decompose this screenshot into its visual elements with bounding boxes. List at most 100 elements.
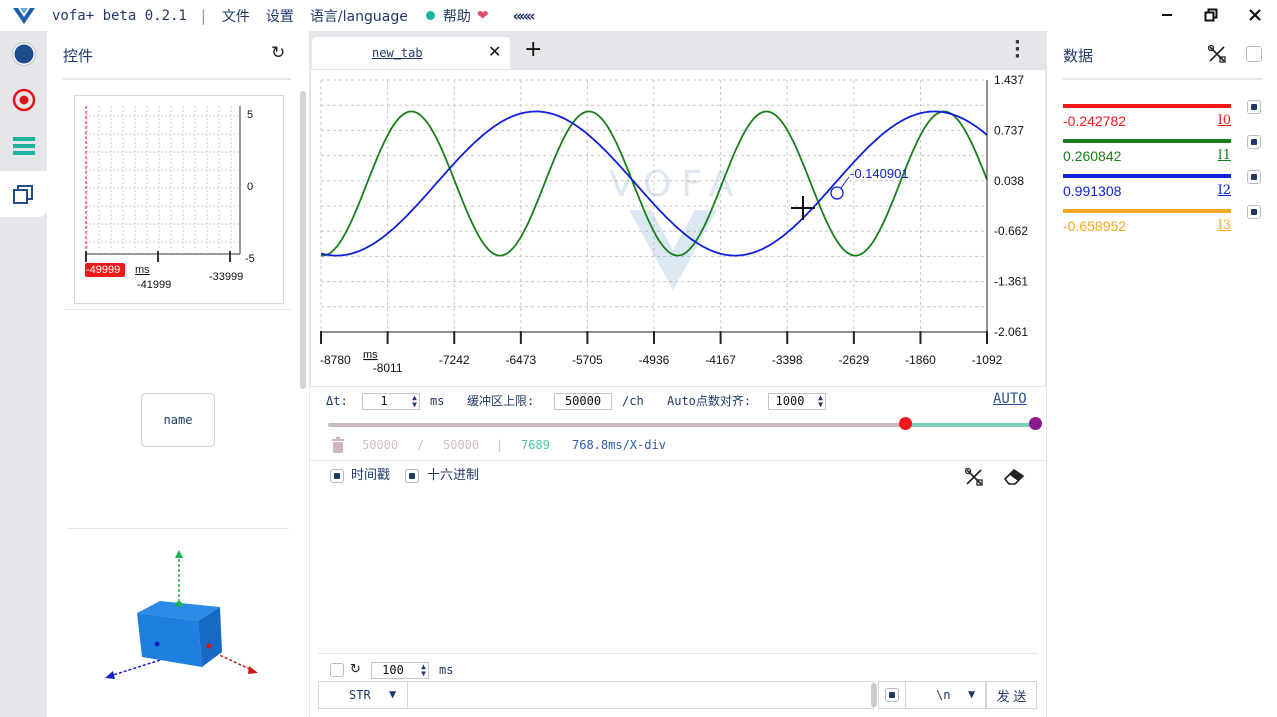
heart-icon[interactable]: ❤	[477, 8, 489, 24]
y-tick-label: -2.061	[994, 325, 1028, 339]
rail-item-widgets[interactable]	[0, 171, 47, 217]
name-button[interactable]: name	[141, 393, 215, 447]
channel-color-bar	[1063, 174, 1231, 178]
spin-arrows-icon[interactable]: ▲ ▼	[412, 394, 417, 409]
buffer-stats-row: 50000 / 50000 | 7689 768.8ms/X-div	[310, 436, 1046, 456]
menu-language[interactable]: 语言/language	[310, 6, 408, 26]
hex-label: 十六进制	[427, 468, 480, 483]
channel-row-i0[interactable]: -0.242782 I0	[1063, 104, 1231, 134]
channel-name[interactable]: I1	[1218, 148, 1231, 163]
x-tick-label: -2629	[839, 353, 870, 367]
channel-row-i3[interactable]: -0.658952 I3	[1063, 209, 1231, 239]
select-all-checkbox[interactable]	[1246, 46, 1262, 62]
tab-close-icon[interactable]: ✕	[488, 42, 501, 61]
newline-select[interactable]: \n ▼	[906, 681, 986, 709]
svg-text:VOFA: VOFA	[609, 164, 743, 205]
channel-name[interactable]: I2	[1218, 183, 1231, 198]
add-tab-icon[interactable]: +	[524, 37, 542, 62]
send-input[interactable]	[408, 681, 874, 709]
channel-row-i1[interactable]: 0.260842 I1	[1063, 139, 1231, 169]
menu-file[interactable]: 文件	[222, 6, 250, 26]
cube-3d-widget[interactable]	[102, 549, 262, 689]
x-tick-label: -1092	[972, 353, 1003, 367]
controls-scrollbar[interactable]	[300, 91, 306, 389]
mini-x-tick: -33999	[209, 271, 244, 283]
cursor-marker	[830, 186, 844, 200]
range-slider-start-handle[interactable]	[899, 417, 912, 430]
channel-checkbox-i0[interactable]	[1247, 100, 1261, 114]
channel-value: 0.260842	[1063, 148, 1122, 164]
interval-spinbox[interactable]: 100 ▲ ▼	[371, 662, 429, 679]
timed-send-checkbox[interactable]	[330, 663, 344, 677]
refresh-icon[interactable]: ↻	[271, 43, 285, 63]
format-value: STR	[349, 688, 371, 702]
tools-icon[interactable]	[964, 467, 984, 487]
y-tick-label: 0.737	[994, 123, 1024, 137]
buffer-count: 50000	[362, 438, 399, 452]
send-scrollbar[interactable]	[871, 683, 877, 707]
send-button[interactable]: 发 送	[986, 681, 1037, 709]
x-tick-label: -4936	[639, 353, 670, 367]
menu-settings[interactable]: 设置	[266, 6, 294, 26]
restore-button[interactable]	[1199, 4, 1223, 26]
cursor-readout: -0.140901	[850, 166, 909, 181]
rail-item-data[interactable]	[0, 123, 47, 169]
mini-y-tick: 5	[247, 109, 254, 121]
mini-waveform-widget[interactable]: 5 0 -5 -49999 ms -41999 -33999	[74, 95, 284, 304]
newline-checkbox[interactable]	[885, 688, 899, 702]
rail-item-connect[interactable]	[0, 31, 47, 77]
y-tick-label: 0.038	[994, 174, 1024, 188]
spin-arrows-icon[interactable]: ▲ ▼	[421, 663, 426, 678]
y-tick-label: -1.361	[994, 275, 1028, 289]
close-window-button[interactable]	[1243, 4, 1267, 26]
channel-checkbox-i2[interactable]	[1247, 170, 1261, 184]
minimize-button[interactable]	[1155, 4, 1179, 26]
y-tick-label: 1.437	[994, 73, 1024, 87]
channel-row-i2[interactable]: 0.991308 I2	[1063, 174, 1231, 204]
buffer-unit: /ch	[622, 394, 644, 408]
y-tick-label: -0.662	[994, 224, 1028, 238]
buffer-limit: 50000	[443, 438, 480, 452]
minimize-icon	[1162, 14, 1172, 16]
timestamp-checkbox[interactable]	[330, 469, 344, 483]
buffer-input[interactable]: 50000	[554, 393, 612, 410]
stats-pipe: |	[496, 438, 504, 452]
channel-checkbox-i3[interactable]	[1247, 205, 1261, 219]
list-icon	[12, 137, 35, 155]
x-tick-label: -8780	[320, 353, 351, 367]
console-output[interactable]	[310, 486, 1046, 652]
rail-item-record[interactable]	[0, 77, 47, 123]
app-title: vofa+ beta 0.2.1	[52, 7, 187, 24]
tab-new-tab[interactable]: new_tab ✕	[312, 37, 510, 69]
menu-help[interactable]: 帮助	[443, 6, 471, 26]
collapse-icon[interactable]: «««	[513, 7, 536, 25]
vofa-logo-icon	[13, 7, 35, 24]
dt-value: 1	[380, 394, 388, 408]
dt-spinbox[interactable]: 1 ▲ ▼	[362, 393, 420, 410]
chevron-down-icon: ▼	[968, 687, 976, 701]
newline-value: \n	[936, 688, 951, 702]
align-spinbox[interactable]: 1000 ▲ ▼	[768, 393, 826, 410]
channel-checkbox-i1[interactable]	[1247, 135, 1261, 149]
hex-checkbox[interactable]	[405, 469, 419, 483]
mini-x-tick: -41999	[137, 279, 172, 291]
align-value: 1000	[775, 394, 805, 408]
auto-button[interactable]: AUTO	[993, 391, 1027, 408]
mini-x-unit: ms	[135, 264, 150, 276]
waveform-plot[interactable]: VOFA -8780 -8011 -7242 -6473 -5705 -4936 -4167…	[310, 69, 1046, 387]
channel-name[interactable]: I3	[1218, 218, 1231, 233]
format-select[interactable]: STR ▼	[318, 681, 408, 709]
chevron-down-icon: ▼	[389, 687, 397, 701]
range-slider-end-handle[interactable]	[1029, 417, 1042, 430]
mini-y-tick: 0	[247, 181, 254, 193]
spin-arrows-icon[interactable]: ▲ ▼	[818, 394, 823, 409]
plot-settings-row: Δt: 1 ▲ ▼ ms 缓冲区上限: 50000 /ch Auto点数对齐: 1…	[310, 389, 1046, 415]
dt-label: Δt:	[326, 394, 348, 408]
tools-icon[interactable]	[1207, 44, 1227, 64]
channel-name[interactable]: I0	[1218, 113, 1231, 128]
widgets-icon	[12, 185, 33, 204]
eraser-icon[interactable]	[1003, 466, 1025, 486]
console-divider	[310, 460, 1046, 461]
more-menu-icon[interactable]: · · ·	[1014, 34, 1021, 66]
trash-icon[interactable]	[330, 436, 346, 454]
